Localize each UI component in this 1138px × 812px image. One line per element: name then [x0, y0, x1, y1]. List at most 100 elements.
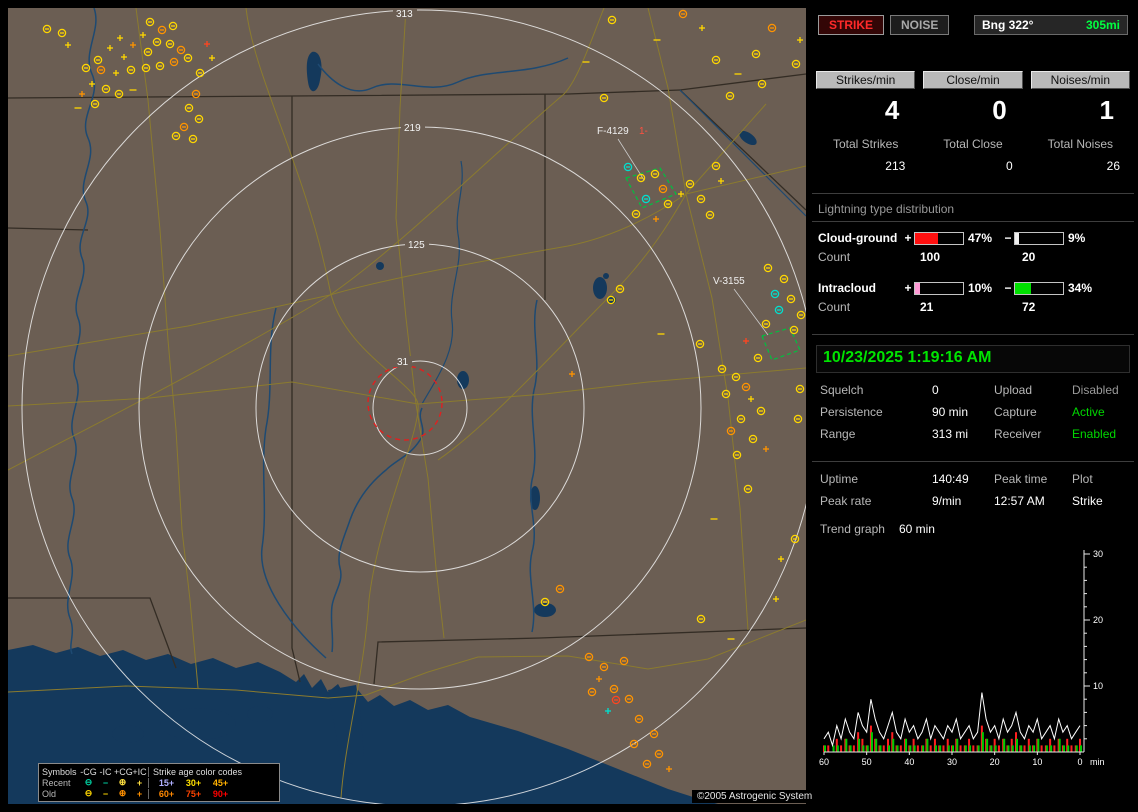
total-close-label: Total Close: [943, 137, 1003, 151]
plot-label: Plot: [1072, 472, 1093, 486]
legend-age-header: Strike age color codes: [148, 766, 276, 777]
cg-strikes-per-min-bar: [1070, 745, 1073, 752]
legend-recent-label: Recent: [42, 777, 71, 788]
ring-label: 313: [396, 9, 413, 20]
neg-cg-recent-icon: ⊖: [84, 777, 93, 787]
ic-strikes-per-min-bar: [1062, 745, 1065, 752]
plot-value: Strike: [1072, 494, 1103, 508]
ic-strikes-per-min-bar: [990, 745, 993, 752]
ic-strikes-per-min-bar: [832, 745, 835, 752]
cg-strikes-per-min-bar: [1040, 745, 1043, 752]
ic-strikes-per-min-bar: [849, 745, 852, 752]
capture-status: Active: [1072, 405, 1105, 419]
ic-positive-count: 21: [920, 300, 934, 314]
range-value: 313 mi: [932, 427, 969, 441]
storm-cell-label: F-4129: [597, 126, 629, 137]
ic-strikes-per-min-bar: [1050, 745, 1053, 752]
storm-cell-tag: 1-: [639, 126, 648, 137]
ic-strikes-per-min-bar: [1011, 745, 1014, 752]
trend-y-tick-label: 10: [1093, 681, 1103, 691]
ic-positive-pct: 10%: [968, 281, 993, 295]
cg-positive-pct: 47%: [968, 231, 993, 245]
ic-positive-bar: [914, 281, 964, 295]
trend-line: [823, 692, 1081, 748]
squelch-label: Squelch: [820, 383, 864, 397]
ic-strikes-per-min-bar: [892, 738, 895, 752]
ic-strikes-per-min-bar: [909, 745, 912, 752]
age-15: 15+: [158, 777, 175, 788]
ic-strikes-per-min-bar: [1075, 745, 1078, 752]
ic-strikes-per-min-bar: [934, 745, 937, 752]
uptime-value: 140:49: [932, 472, 969, 486]
trend-y-tick-label: 20: [1093, 615, 1103, 625]
trend-x-tick-label: 30: [947, 757, 957, 767]
receiver-status: Enabled: [1072, 427, 1117, 441]
age-45: 45+: [212, 777, 229, 788]
ic-negative-count: 72: [1022, 300, 1036, 314]
ic-strikes-per-min-bar: [1067, 745, 1070, 752]
noise-mode-button[interactable]: NOISE: [890, 15, 950, 35]
intracloud-label: Intracloud: [818, 281, 877, 295]
peak-time-label: Peak time: [994, 472, 1048, 486]
bearing-display: Bng 322° 305mi: [974, 15, 1128, 35]
map-legend: Symbols -CG -IC +CG +IC Strike age color…: [38, 763, 280, 802]
rates-section: Strikes/min 4 Total Strikes 213 Close/mi…: [812, 71, 1134, 173]
cg-strikes-per-min-bar: [1023, 745, 1026, 752]
strike-mode-button[interactable]: STRIKE: [818, 15, 885, 35]
cg-strikes-per-min-bar: [929, 745, 932, 752]
total-noises-value: 26: [1106, 159, 1120, 173]
settings-section: Squelch 0 Upload Disabled Persistence 90…: [812, 373, 1134, 441]
ic-strikes-per-min-bar: [858, 738, 861, 752]
ic-negative-pct: 34%: [1068, 281, 1093, 295]
ic-strikes-per-min-bar: [977, 745, 980, 752]
trend-x-tick-label: 40: [904, 757, 914, 767]
legend-recent-ages: 15+ 30+ 45+: [148, 777, 276, 788]
persistence-value: 90 min: [932, 405, 969, 419]
cg-strikes-per-min-bar: [882, 745, 885, 752]
peak-rate-value: 9/min: [932, 494, 962, 508]
ic-strikes-per-min-bar: [926, 738, 929, 752]
strikes-per-min-value: 4: [884, 95, 900, 125]
pos-ic-old-icon: +: [136, 788, 143, 799]
bearing-distance: 305mi: [1085, 18, 1120, 32]
trend-graph-label: Trend graph: [820, 522, 885, 536]
trend-window-value: 60 min: [898, 522, 935, 536]
ic-strikes-per-min-bar: [952, 745, 954, 752]
cg-negative-pct: 9%: [1068, 231, 1086, 245]
status-panel: STRIKE NOISE Bng 322° 305mi Strikes/min …: [812, 8, 1134, 804]
cg-strikes-per-min-bar: [959, 745, 962, 752]
trend-y-tick-label: 30: [1093, 549, 1103, 559]
strikes-per-min-button[interactable]: Strikes/min: [816, 71, 916, 89]
count-label: Count: [818, 300, 851, 314]
receiver-label: Receiver: [994, 427, 1042, 441]
noises-per-min-button[interactable]: Noises/min: [1030, 71, 1130, 89]
ic-strikes-per-min-bar: [1020, 745, 1023, 752]
legend-old-label: Old: [42, 788, 57, 799]
cloud-ground-label: Cloud-ground: [818, 231, 898, 245]
cloud-ground-row: Cloud-ground + 47% − 9%: [812, 230, 1134, 246]
total-strikes-label: Total Strikes: [832, 137, 899, 151]
info-section: Uptime 140:49 Peak time Plot Peak rate 9…: [812, 462, 1134, 508]
storm-cell-label: V-3155: [713, 276, 745, 287]
age-60: 60+: [158, 788, 175, 799]
legend-col-pos-ic: +IC: [132, 766, 147, 777]
cg-strikes-per-min-bar: [827, 745, 830, 752]
strikes-rate-column: Strikes/min 4 Total Strikes 213: [816, 71, 916, 173]
plus-sign: +: [904, 231, 912, 245]
intracloud-count-row: Count 21 72: [812, 300, 1134, 314]
map-display[interactable]: 31 125 219 313 F-4129 1- V-3155: [7, 7, 819, 807]
pos-cg-recent-icon: ⊕: [118, 777, 127, 787]
ic-strikes-per-min-bar: [862, 745, 865, 752]
minus-sign: −: [1004, 231, 1012, 245]
ic-strikes-per-min-bar: [1003, 738, 1006, 752]
cg-strikes-per-min-bar: [1053, 745, 1056, 752]
noises-rate-column: Noises/min 1 Total Noises 26: [1030, 71, 1130, 173]
close-per-min-value: 0: [992, 95, 1007, 125]
close-per-min-button[interactable]: Close/min: [923, 71, 1023, 89]
legend-col-neg-ic: -IC: [99, 766, 112, 777]
trend-x-tick-label: 0: [1078, 757, 1083, 767]
pos-ic-recent-icon: +: [136, 777, 143, 788]
trend-x-tick-label: 60: [819, 757, 829, 767]
ring-label: 31: [397, 357, 409, 368]
map-container: 31 125 219 313 F-4129 1- V-3155 Symbols -CG -I…: [7, 7, 819, 807]
